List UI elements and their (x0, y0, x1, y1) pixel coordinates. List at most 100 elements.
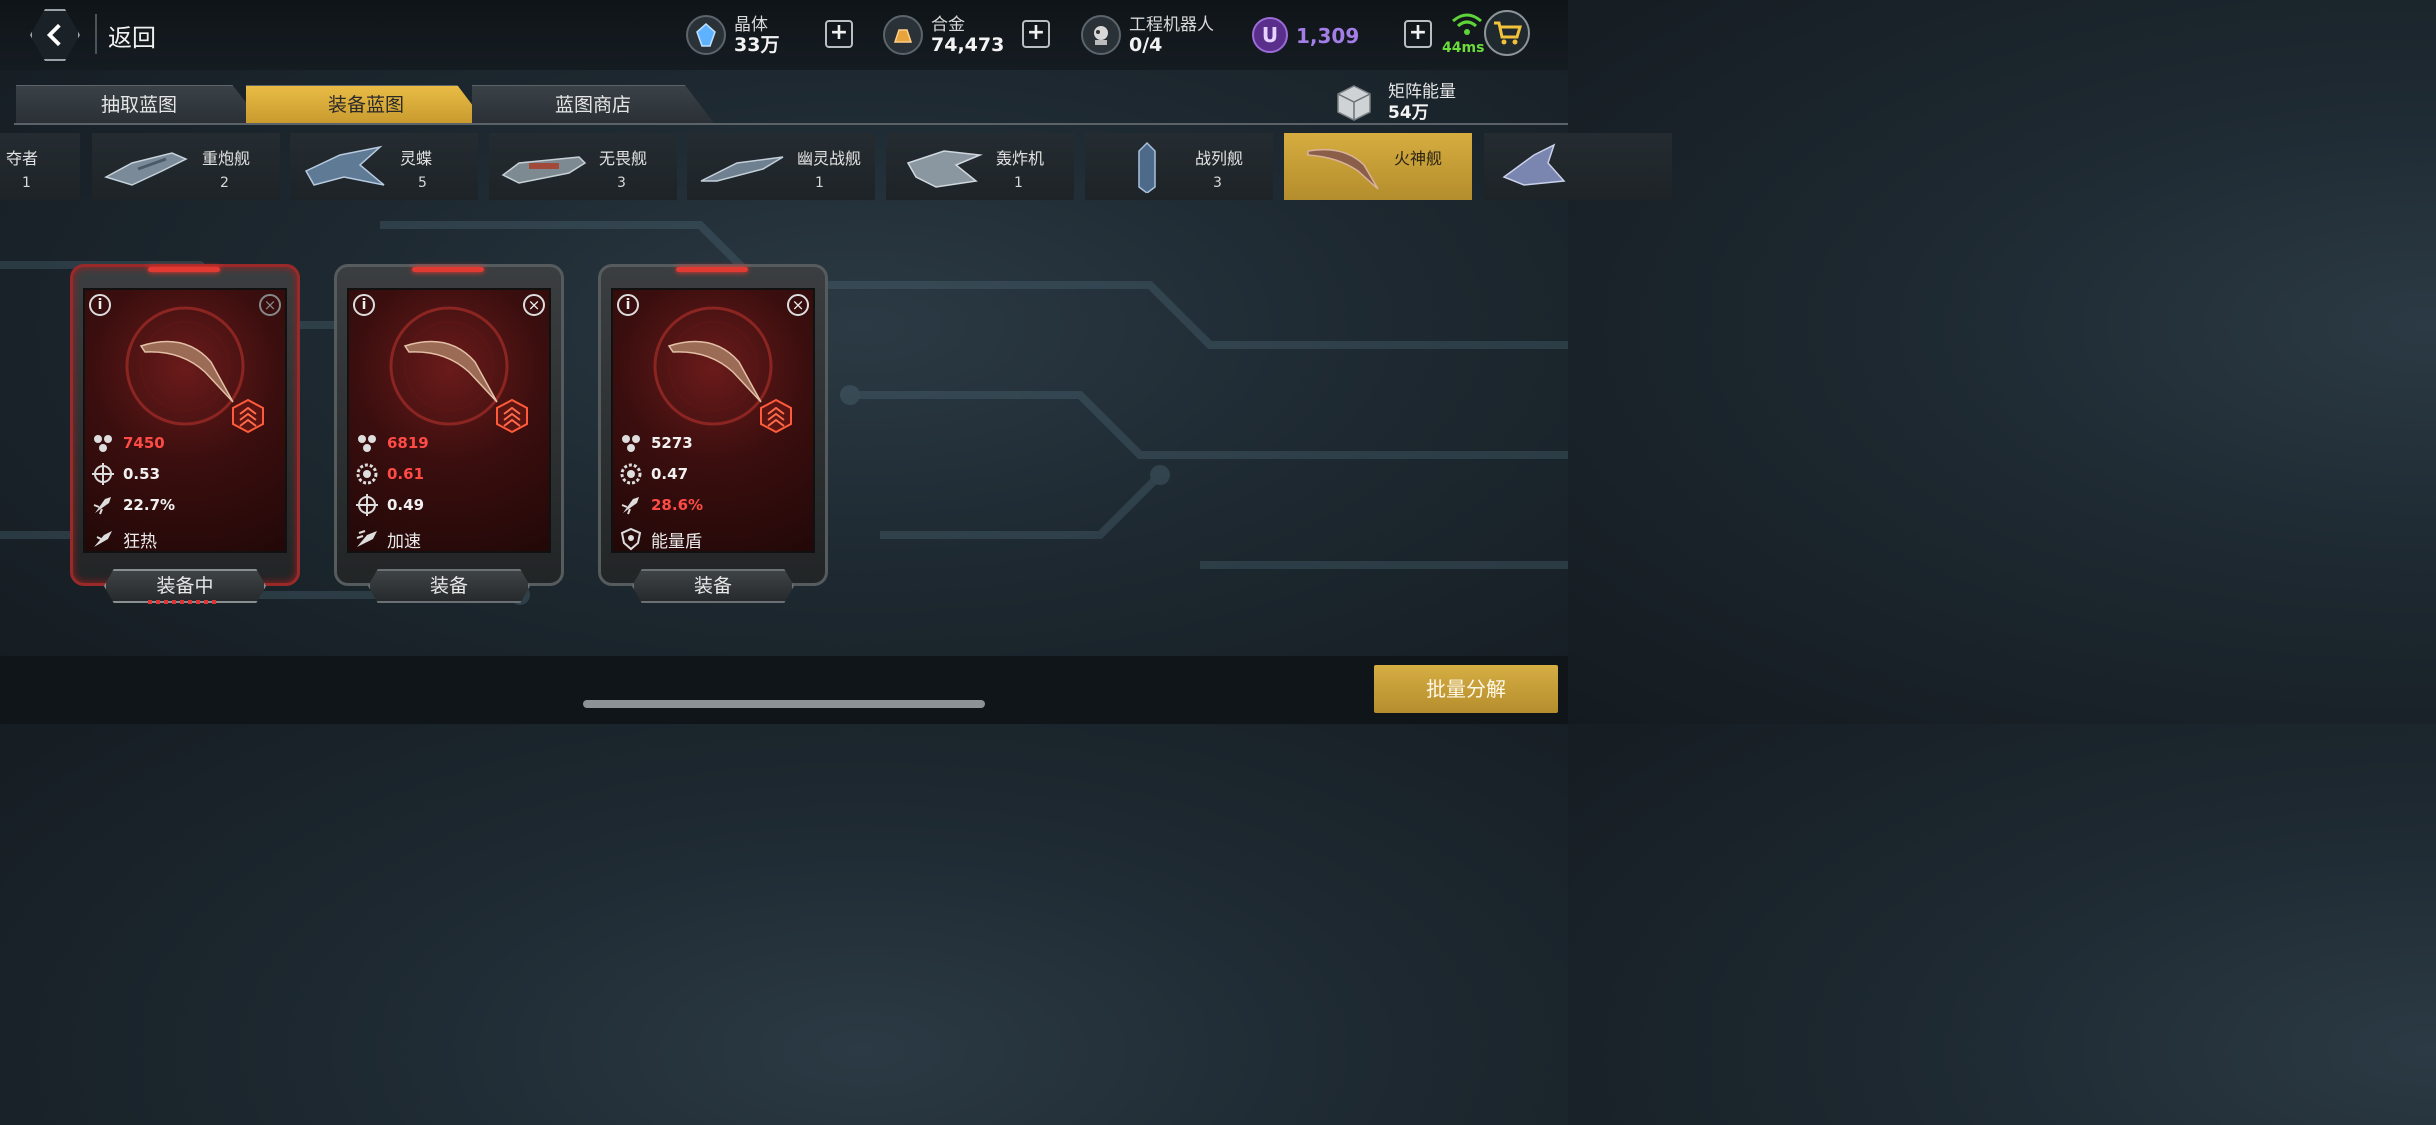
back-button[interactable] (30, 9, 80, 61)
info-icon[interactable]: i (353, 294, 375, 316)
ship-battleship-icon (1138, 141, 1156, 193)
stat-accuracy: 0.49 (355, 492, 424, 518)
robot-icon (1081, 15, 1121, 55)
equipped-button[interactable]: 装备中 (104, 569, 266, 603)
close-icon[interactable]: × (259, 294, 281, 316)
close-icon[interactable]: × (523, 294, 545, 316)
ship-name: 火神舰 (1394, 149, 1443, 168)
add-crystal-button[interactable]: + (825, 20, 853, 48)
matrix-energy-value: 54万 (1388, 103, 1429, 123)
resource-name: 合金 (931, 15, 965, 35)
tab-blueprint-shop[interactable]: 蓝图商店 (472, 85, 714, 123)
resource-crystal: 晶体 33万 (686, 8, 779, 62)
card-top-glow (412, 267, 484, 272)
wifi-icon (1452, 13, 1482, 35)
ship-bomber-icon (906, 150, 983, 188)
ship-type-marauder[interactable]: 夺者 1 (0, 133, 80, 200)
ship-type-heavy-gunship[interactable]: 重炮舰 2 (92, 133, 280, 200)
missile-icon (93, 497, 111, 515)
stat-hp: 7450 (91, 430, 165, 456)
frenzy-icon (94, 531, 112, 547)
rank-chevron-icon (496, 398, 528, 434)
premium-currency-icon: U (1252, 17, 1288, 53)
tab-draw-blueprint[interactable]: 抽取蓝图 (16, 85, 262, 123)
stat-hp: 5273 (619, 430, 693, 456)
equip-button[interactable]: 装备 (368, 569, 530, 603)
ping-value: 44ms (1442, 40, 1485, 56)
ship-type-bomber[interactable]: 轰炸机 1 (886, 133, 1074, 200)
equip-button[interactable]: 装备 (632, 569, 794, 603)
ship-name: 重炮舰 (202, 149, 251, 168)
info-icon[interactable]: i (89, 294, 111, 316)
shop-cart-button[interactable] (1484, 10, 1530, 56)
cart-icon (1494, 21, 1522, 45)
ship-count: 1 (1014, 175, 1023, 191)
ship-dreadnought-icon (501, 156, 587, 184)
ship-next-icon (1502, 143, 1566, 186)
resource-value: 0/4 (1129, 34, 1163, 56)
ship-count: 1 (22, 175, 31, 191)
bulk-dismantle-button[interactable]: 批量分解 (1374, 665, 1558, 713)
stat-hp: 6819 (355, 430, 429, 456)
card-top-glow (148, 267, 220, 272)
crosshair-icon (356, 494, 378, 516)
blueprint-card[interactable]: i × 5273 0.47 28.6% 能量盾 装备 (598, 264, 828, 603)
add-alloy-button[interactable]: + (1022, 20, 1050, 48)
close-icon[interactable]: × (787, 294, 809, 316)
back-label[interactable]: 返回 (108, 18, 156, 53)
blueprint-tabs: 抽取蓝图 装备蓝图 蓝图商店 (0, 70, 1568, 130)
home-indicator[interactable] (583, 700, 985, 708)
stat-value: 0.47 (651, 465, 689, 483)
ship-vulcan-icon (1307, 148, 1379, 190)
stat-value: 22.7% (123, 496, 176, 514)
stat-missile: 28.6% (619, 492, 703, 518)
stat-accuracy: 0.53 (91, 461, 160, 487)
card-body: i × 5273 0.47 28.6% 能量盾 (611, 288, 815, 553)
ship-type-battleship[interactable]: 战列舰 3 (1085, 133, 1273, 200)
premium-currency-value: 1,309 (1296, 24, 1360, 48)
stat-value: 0.61 (387, 465, 425, 483)
stat-value: 6819 (387, 434, 429, 452)
equipped-indicator (148, 600, 218, 604)
skill-label: 狂热 (123, 531, 157, 552)
hp-icon (94, 435, 112, 452)
ship-name: 轰炸机 (996, 149, 1045, 168)
skill-label: 能量盾 (651, 531, 702, 552)
ship-name: 灵蝶 (400, 149, 433, 168)
gear-target-icon (356, 463, 378, 485)
blueprint-card[interactable]: i × 6819 0.61 0.49 加速 装备 (334, 264, 564, 603)
top-bar: 返回 晶体 33万 + 合金 74,473 + 工程机器人 0/4 U 1,30… (0, 0, 1568, 70)
shield-icon (620, 527, 642, 551)
resource-name: 工程机器人 (1129, 15, 1214, 35)
ship-count: 2 (220, 175, 229, 191)
ship-count: 5 (418, 175, 427, 191)
stat-missile: 22.7% (91, 492, 175, 518)
blueprint-card[interactable]: i × 7450 0.53 22.7% 狂热 装备中 (70, 264, 300, 604)
crystal-icon (686, 15, 726, 55)
ship-type-dreadnought[interactable]: 无畏舰 3 (489, 133, 677, 200)
ship-name: 夺者 (6, 149, 39, 168)
card-body: i × 7450 0.53 22.7% 狂热 (83, 288, 287, 553)
hp-icon (622, 435, 640, 452)
tab-equip-blueprint[interactable]: 装备蓝图 (246, 85, 486, 123)
rank-chevron-icon (232, 398, 264, 434)
ship-type-ghost-warship[interactable]: 幽灵战舰 1 (687, 133, 875, 200)
chevron-left-icon (46, 23, 61, 47)
stat-gear-target: 0.61 (355, 461, 424, 487)
matrix-energy: 矩阵能量 54万 (1334, 82, 1456, 124)
add-premium-button[interactable]: + (1404, 20, 1432, 48)
boost-icon (356, 530, 377, 547)
ship-name: 战列舰 (1195, 149, 1244, 168)
ship-type-vulcan[interactable]: 火神舰 (1284, 133, 1472, 200)
ship-spirit-butterfly-icon (304, 145, 385, 186)
matrix-cube-icon (1337, 85, 1371, 121)
info-icon[interactable]: i (617, 294, 639, 316)
ship-type-next[interactable] (1484, 133, 1672, 200)
resource-robot: 工程机器人 0/4 (1081, 8, 1214, 62)
stat-skill: 能量盾 (619, 526, 702, 552)
ship-type-spirit-butterfly[interactable]: 灵蝶 5 (290, 133, 478, 200)
crosshair-icon (92, 463, 114, 485)
skill-label: 加速 (387, 531, 421, 552)
stat-skill: 加速 (355, 526, 421, 552)
stat-value: 0.53 (123, 465, 161, 483)
